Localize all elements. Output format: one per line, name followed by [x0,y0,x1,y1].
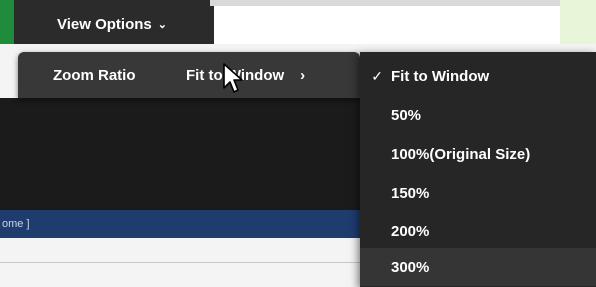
zoom-option-label: 100%(Original Size) [391,145,531,163]
side-panel-edge [560,0,596,44]
view-options-button[interactable]: View Options ⌄ [14,8,210,40]
status-text: ome ] [2,218,30,230]
shared-content-area [0,98,360,210]
zoom-option-label: 200% [391,222,430,240]
zoom-option-100[interactable]: 100%(Original Size) [360,135,596,173]
zoom-ratio-label: Zoom Ratio [53,66,136,84]
chevron-down-icon: ⌄ [157,18,167,31]
zoom-option-300[interactable]: 300% [360,248,596,286]
view-options-label: View Options [57,15,152,33]
bottom-divider [0,262,360,263]
zoom-option-fit-to-window[interactable]: ✓ Fit to Window [360,57,596,95]
zoom-option-label: Fit to Window [391,67,490,85]
menu-item-zoom-ratio[interactable]: Zoom Ratio [53,52,136,98]
status-bar: ome ] [0,210,360,238]
zoom-option-label: 300% [391,258,430,276]
mouse-pointer-icon [223,63,243,93]
zoom-option-150[interactable]: 150% [360,174,596,212]
zoom-submenu: ✓ Fit to Window 50% 100%(Original Size) … [360,52,596,287]
zoom-option-50[interactable]: 50% [360,96,596,134]
zoom-option-label: 150% [391,184,430,202]
chevron-right-icon: › [300,66,306,84]
view-options-menu: Zoom Ratio Fit to Window › [18,52,360,98]
zoom-option-label: 50% [391,106,422,124]
top-divider [210,0,570,6]
zoom-option-200[interactable]: 200% [360,212,596,250]
screen: View Options ⌄ ome ] Zoom Ratio Fit to W… [0,0,596,287]
checkmark-icon: ✓ [371,67,383,84]
accent-bar [0,0,14,44]
